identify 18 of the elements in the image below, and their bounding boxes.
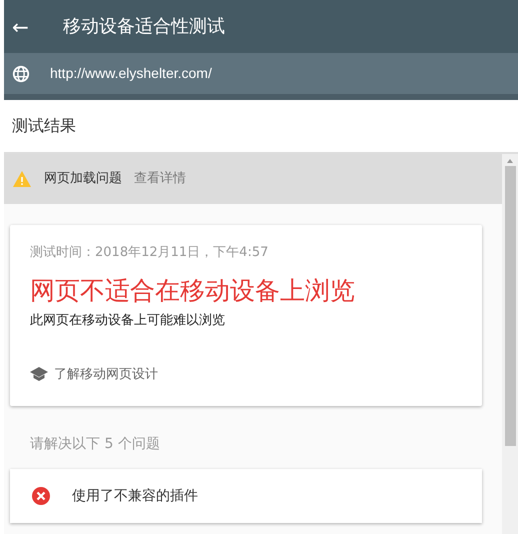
scrollbar[interactable]	[502, 154, 518, 534]
error-icon	[32, 487, 50, 506]
verdict-heading: 网页不适合在移动设备上浏览	[30, 274, 356, 306]
learn-link[interactable]: 了解移动网页设计	[30, 364, 158, 384]
issue-text: 使用了不兼容的插件	[72, 486, 198, 506]
page-title: 移动设备适合性测试	[62, 15, 225, 39]
scrollbar-thumb[interactable]	[504, 166, 516, 446]
issue-card[interactable]: 使用了不兼容的插件	[10, 469, 482, 524]
verdict-description: 此网页在移动设备上可能难以浏览	[30, 312, 226, 330]
scroll-up-icon[interactable]	[506, 158, 514, 164]
back-button[interactable]: ←	[12, 16, 29, 36]
globe-icon	[12, 64, 30, 82]
issues-heading: 请解决以下 5 个问题	[30, 435, 161, 454]
warning-label: 网页加载问题	[44, 170, 122, 188]
url-text: http://www.elyshelter.com/	[50, 64, 212, 83]
graduation-cap-icon	[30, 367, 48, 382]
warning-icon	[12, 170, 32, 188]
test-time: 测试时间：2018年12月11日，下午4:57	[30, 244, 270, 262]
